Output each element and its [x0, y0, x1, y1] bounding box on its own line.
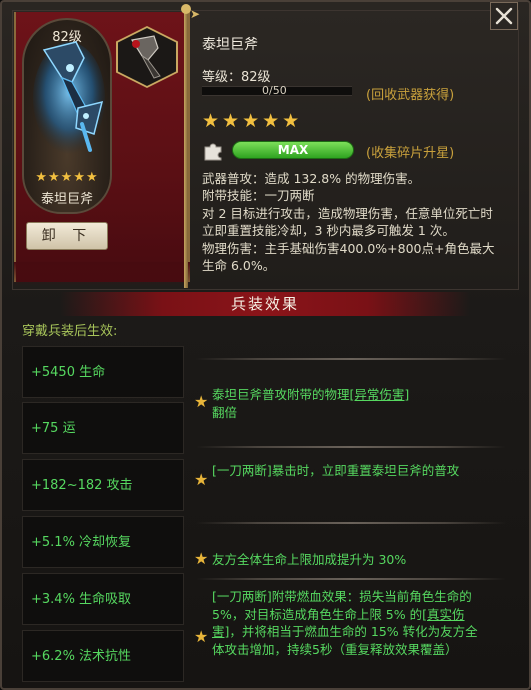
card-star-rating: ★★★★★	[35, 170, 99, 185]
stat-bonus-lifesteal: +3.4% 生命吸取	[22, 573, 184, 625]
effect-star-icon: ★	[194, 470, 209, 489]
stat-bonus-cooldown: +5.1% 冷却恢复	[22, 516, 184, 568]
stat-bonus-luck: +75 运	[22, 402, 184, 454]
effect-divider	[196, 358, 506, 360]
effect-star-icon: ★	[194, 549, 209, 568]
weapon-effect-3: 友方全体生命上限加成提升为 30%	[212, 552, 407, 567]
weapon-level-label: 等级：82级	[202, 70, 271, 85]
banner-pole	[184, 8, 188, 288]
weapon-effect-2: [一刀两断]暴击时，立即重置泰坦巨斧的普攻	[212, 463, 460, 478]
small-axe-icon	[131, 35, 161, 79]
stat-bonus-hp: +5450 生命	[22, 346, 184, 398]
unequip-button[interactable]: 卸 下	[26, 222, 108, 250]
effect-1-text-tail: 翻倍	[212, 404, 238, 420]
close-button[interactable]	[490, 2, 518, 30]
exp-progress-text: 0/50	[262, 84, 287, 97]
effect-divider	[196, 446, 506, 448]
effect-4-text-tail: ，并将相当于燃血生命的 15% 转化为友方全体攻击增加，持续5秒（重复释放效果覆…	[212, 624, 478, 657]
star-rating: ★★★★★	[202, 110, 303, 132]
recycle-hint: (回收武器获得)	[366, 88, 455, 103]
equip-effect-label: 穿戴兵装后生效:	[22, 324, 118, 339]
effects-section-header: 兵装效果	[60, 292, 470, 316]
abnormal-damage-link[interactable]: [异常伤害]	[350, 387, 410, 402]
puzzle-icon	[204, 143, 222, 161]
pole-arrow-icon: ➤	[190, 7, 201, 21]
axe-icon	[33, 41, 105, 154]
effect-divider	[196, 578, 506, 580]
effect-star-icon: ★	[194, 392, 209, 411]
weapon-portrait-card: 82级 ★★★★★ 泰坦巨斧	[22, 18, 112, 214]
weapon-effect-4: [一刀两断]附带燃血效果：损失当前角色生命的5%，对目标造成角色生命上限 5% …	[212, 588, 482, 658]
star-upgrade-max-bar: MAX	[232, 141, 354, 159]
effect-1-text: 泰坦巨斧普攻附带的物理	[212, 387, 350, 402]
weapon-effect-1: 泰坦巨斧普攻附带的物理[异常伤害] 翻倍	[212, 386, 482, 421]
weapon-description: 武器普攻：造成 132.8% 的物理伤害。 附带技能：一刀两断 对 2 目标进行…	[202, 171, 495, 274]
weapon-title: 泰坦巨斧	[202, 37, 258, 53]
stat-bonus-attack: +182~182 攻击	[22, 459, 184, 511]
stat-bonus-magic-resist: +6.2% 法术抗性	[22, 630, 184, 682]
weapon-card-name: 泰坦巨斧	[40, 192, 93, 207]
collect-hint: (收集碎片升星)	[366, 146, 455, 161]
effect-4-viewport[interactable]: [一刀两断]附带燃血效果：损失当前角色生命的5%，对目标造成角色生命上限 5% …	[196, 588, 506, 688]
close-icon	[495, 7, 513, 25]
banner-tail	[14, 262, 190, 286]
effect-divider	[196, 522, 506, 524]
